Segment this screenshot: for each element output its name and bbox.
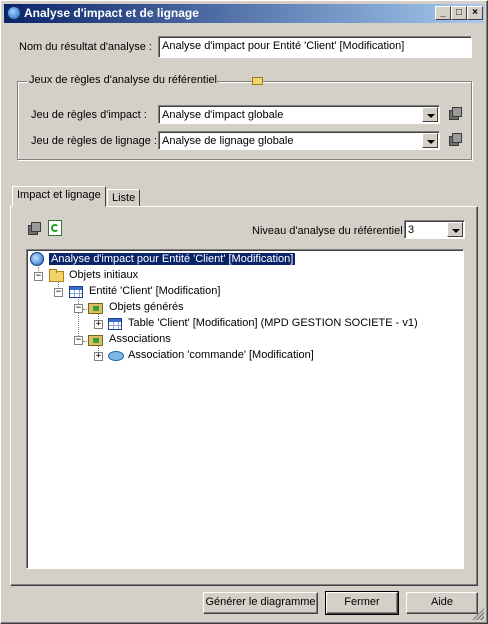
- tab-impact-lineage[interactable]: Impact et lignage: [12, 186, 106, 207]
- impact-properties-icon[interactable]: [447, 106, 463, 122]
- association-icon: [108, 351, 124, 361]
- tree-node-initial-objects[interactable]: − Objets initiaux: [33, 268, 233, 284]
- dialog-window: Analyse d'impact et de lignage _ □ × Nom…: [0, 0, 488, 624]
- rules-group-title: Jeux de règles d'analyse du référentiel: [29, 74, 217, 86]
- window-title: Analyse d'impact et de lignage: [24, 6, 199, 20]
- help-button[interactable]: Aide: [406, 592, 478, 614]
- chevron-down-icon[interactable]: [422, 107, 438, 122]
- analysis-level-select[interactable]: 3: [404, 220, 465, 239]
- analysis-level-label: Niveau d'analyse du référentiel :: [252, 225, 409, 237]
- minimize-button[interactable]: _: [435, 6, 451, 20]
- result-name-label: Nom du résultat d'analyse :: [19, 41, 152, 53]
- folder-icon: [88, 335, 103, 346]
- tree-node-entity[interactable]: − Entité 'Client' [Modification]: [53, 284, 313, 300]
- generate-diagram-button[interactable]: Générer le diagramme: [203, 592, 318, 614]
- title-bar[interactable]: Analyse d'impact et de lignage _ □ ×: [4, 4, 484, 23]
- impact-rules-label: Jeu de règles d'impact :: [31, 109, 147, 121]
- tree-root-node[interactable]: Analyse d'impact pour Entité 'Client' [M…: [29, 252, 329, 268]
- lineage-properties-icon[interactable]: [447, 132, 463, 148]
- lineage-rules-label: Jeu de règles de lignage :: [31, 135, 157, 147]
- globe-app-icon: [7, 6, 21, 20]
- collapse-icon[interactable]: −: [74, 304, 83, 313]
- analysis-tree[interactable]: Analyse d'impact pour Entité 'Client' [M…: [26, 249, 464, 569]
- refresh-icon[interactable]: [48, 220, 62, 236]
- lineage-rules-value: Analyse de lignage globale: [162, 135, 294, 147]
- collapse-icon[interactable]: −: [34, 272, 43, 281]
- tree-node-associations[interactable]: − Associations: [73, 332, 273, 348]
- tree-root-label: Analyse d'impact pour Entité 'Client' [M…: [47, 252, 297, 266]
- properties-icon[interactable]: [26, 221, 42, 237]
- tree-label: Objets générés: [109, 301, 184, 313]
- chevron-down-icon[interactable]: [422, 133, 438, 148]
- tree-label: Table 'Client' [Modification] (MPD GESTI…: [128, 317, 418, 329]
- close-window-button[interactable]: ×: [467, 6, 483, 20]
- resize-grip[interactable]: [472, 608, 484, 620]
- tree-node-generated-objects[interactable]: − Objets générés: [73, 300, 273, 316]
- expand-icon[interactable]: +: [94, 320, 103, 329]
- tree-label: Objets initiaux: [69, 269, 139, 281]
- tree-node-table[interactable]: + Table 'Client' [Modification] (MPD GES…: [93, 316, 453, 332]
- expand-icon[interactable]: +: [94, 352, 103, 361]
- tree-label: Association 'commande' [Modification]: [128, 349, 314, 361]
- rules-group-legend: Jeux de règles d'analyse du référentiel: [27, 74, 219, 86]
- chevron-down-icon[interactable]: [447, 222, 463, 237]
- lineage-rules-select[interactable]: Analyse de lignage globale: [158, 131, 440, 150]
- globe-icon: [30, 252, 44, 266]
- tab-list[interactable]: Liste: [107, 189, 141, 206]
- maximize-button[interactable]: □: [451, 6, 467, 20]
- legend-divider: [217, 81, 251, 82]
- tree-node-association[interactable]: + Association 'commande' [Modification]: [93, 348, 393, 364]
- tree-label: Entité 'Client' [Modification]: [89, 285, 221, 297]
- result-name-input[interactable]: Analyse d'impact pour Entité 'Client' [M…: [158, 36, 472, 58]
- folder-icon: [49, 269, 64, 282]
- impact-rules-select[interactable]: Analyse d'impact globale: [158, 105, 440, 124]
- entity-icon: [69, 286, 83, 298]
- folder-icon: [88, 303, 103, 314]
- folder-icon[interactable]: [252, 77, 263, 85]
- tree-label: Associations: [109, 333, 171, 345]
- impact-rules-value: Analyse d'impact globale: [162, 109, 284, 121]
- collapse-icon[interactable]: −: [74, 336, 83, 345]
- table-icon: [108, 318, 122, 330]
- collapse-icon[interactable]: −: [54, 288, 63, 297]
- close-button[interactable]: Fermer: [325, 591, 399, 615]
- analysis-level-value: 3: [408, 224, 415, 236]
